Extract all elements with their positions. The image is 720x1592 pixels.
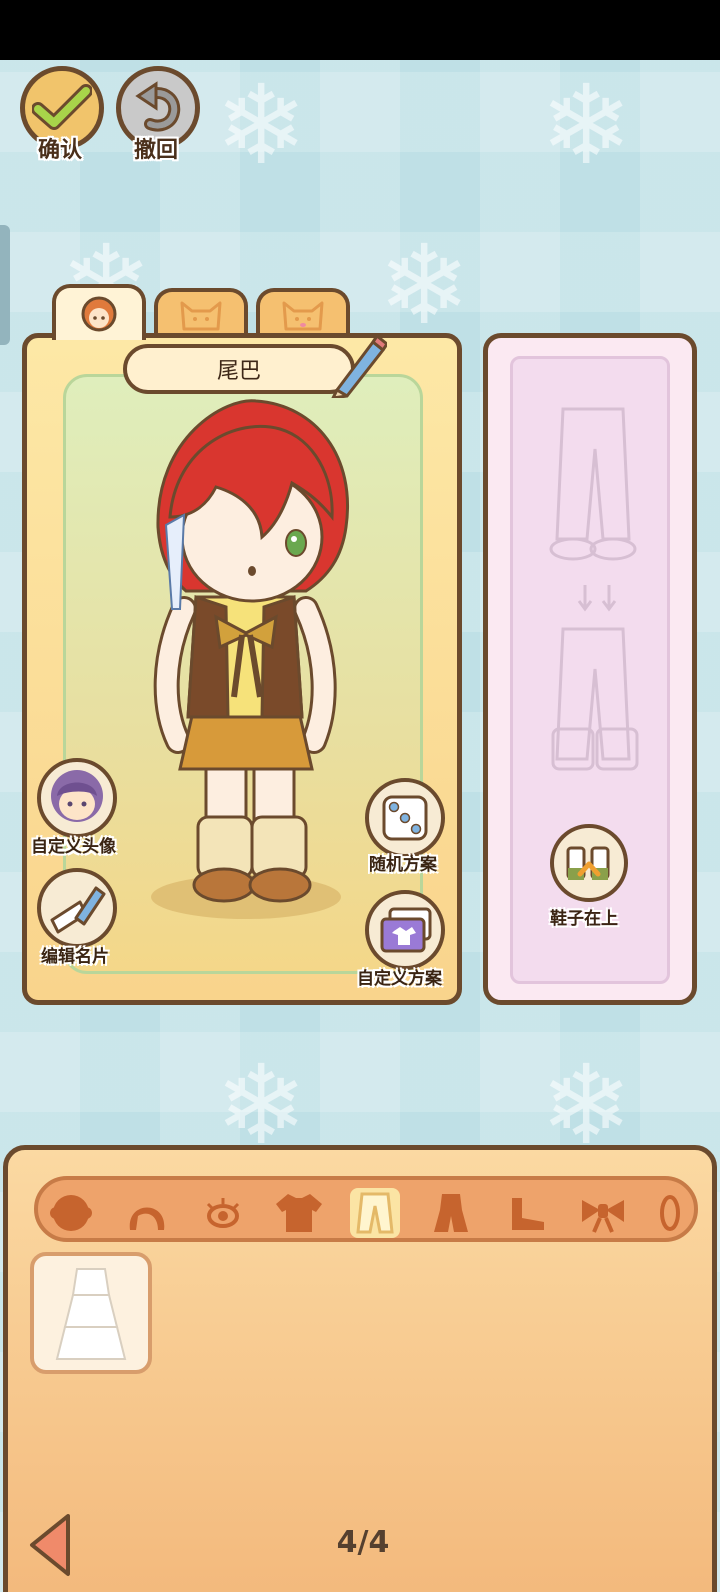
- custom-outfit-button[interactable]: [365, 890, 445, 970]
- confirm-label: 确认: [38, 138, 83, 163]
- category-bar[interactable]: [34, 1176, 698, 1242]
- face-icon[interactable]: [46, 1188, 96, 1238]
- cat-face-icon: [282, 301, 324, 331]
- undo-label: 撤回: [134, 138, 179, 163]
- character-name-plate[interactable]: 尾巴: [123, 344, 355, 394]
- custom-avatar-button[interactable]: [37, 758, 117, 838]
- side-drawer-handle[interactable]: [0, 225, 10, 345]
- pencil-icon[interactable]: [327, 332, 387, 398]
- bow-icon[interactable]: [578, 1188, 628, 1238]
- dice-icon: [382, 795, 428, 841]
- character-panel: 尾巴 自定义头像 编辑名片 随机方案 自定义方案: [22, 333, 462, 1005]
- prev-page-arrow-icon[interactable]: [24, 1512, 76, 1578]
- page-indicator: 4/4: [336, 1525, 390, 1560]
- edit-card-button[interactable]: [37, 868, 117, 948]
- white-tiered-skirt-icon: [55, 1268, 127, 1360]
- custom-outfit-label: 自定义方案: [357, 969, 442, 989]
- pants-layer-diagram: [549, 407, 639, 771]
- snowflake-icon: ❄: [540, 1041, 633, 1169]
- snowflake-icon: ❄: [378, 221, 471, 349]
- layer-order-panel: 鞋子在上: [483, 333, 697, 1005]
- snowflake-icon: ❄: [215, 1041, 308, 1169]
- outfit-cards-icon: [380, 907, 432, 953]
- snowflake-icon: ❄: [215, 61, 308, 189]
- tab-pet-2[interactable]: [256, 288, 350, 338]
- character-illustration: [151, 399, 349, 919]
- character-stage: [63, 374, 423, 974]
- tab-character[interactable]: [52, 284, 146, 340]
- girl-face-icon: [81, 296, 117, 332]
- dress-icon[interactable]: [426, 1188, 476, 1238]
- random-outfit-button[interactable]: [365, 778, 445, 858]
- shoes-on-top-label: 鞋子在上: [550, 909, 618, 929]
- custom-avatar-label: 自定义头像: [31, 837, 116, 857]
- more-category-icon[interactable]: [654, 1188, 684, 1238]
- undo-arrow-icon: [135, 81, 181, 132]
- top-icon[interactable]: [274, 1188, 324, 1238]
- pants-icon[interactable]: [350, 1188, 400, 1238]
- snowflake-icon: ❄: [540, 61, 633, 189]
- tab-pet-1[interactable]: [154, 288, 248, 338]
- eye-icon[interactable]: [198, 1188, 248, 1238]
- shoe-icon[interactable]: [502, 1188, 552, 1238]
- hair-icon[interactable]: [122, 1188, 172, 1238]
- shoes-on-top-button[interactable]: [550, 824, 628, 902]
- character-name: 尾巴: [216, 359, 261, 384]
- shoes-layer-icon: [566, 846, 610, 880]
- cat-face-icon: [180, 301, 222, 331]
- wardrobe-item[interactable]: [30, 1252, 152, 1374]
- checkmark-icon: [32, 84, 92, 130]
- status-bar: [0, 0, 720, 60]
- random-outfit-label: 随机方案: [369, 855, 437, 875]
- avatar-icon: [51, 770, 103, 822]
- edit-card-label: 编辑名片: [41, 947, 109, 967]
- card-pencil-icon: [50, 886, 106, 934]
- wardrobe-panel: 4/4: [3, 1145, 717, 1592]
